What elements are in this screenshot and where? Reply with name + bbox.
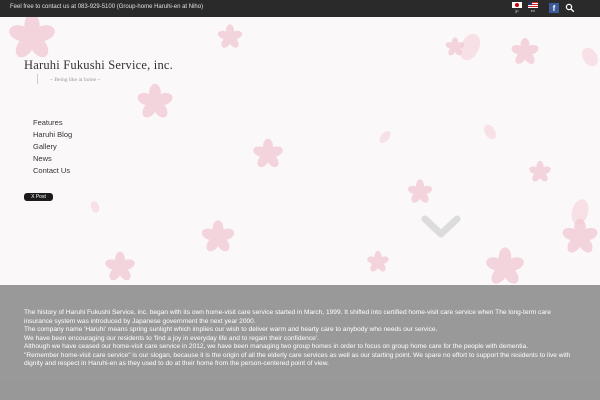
search-icon[interactable] xyxy=(565,3,575,13)
nav-contact-us[interactable]: Contact Us xyxy=(33,165,72,177)
about-paragraph: Although we have ceased our home-visit c… xyxy=(24,343,528,350)
main-navigation: Features Haruhi Blog Gallery News Contac… xyxy=(33,117,72,177)
about-text: The history of Haruhi Fukushi Service, i… xyxy=(24,309,574,369)
language-jp-link[interactable]: jp xyxy=(510,2,524,13)
site-title[interactable]: Haruhi Fukushi Service, inc. xyxy=(24,58,173,73)
nav-news[interactable]: News xyxy=(33,153,72,165)
contact-phone-text: Feel free to contact us at 083-929-5100 … xyxy=(10,4,204,10)
about-paragraph: "Remember home-visit care service" is ou… xyxy=(24,351,571,368)
language-code-jp: jp xyxy=(515,8,519,13)
about-section: The history of Haruhi Fukushi Service, i… xyxy=(0,285,600,400)
top-bar: Feel free to contact us at 083-929-5100 … xyxy=(0,0,600,17)
about-paragraph: The history of Haruhi Fukushi Service, i… xyxy=(24,309,551,325)
tagline: ~ Being like at home ~ xyxy=(50,77,101,83)
japan-flag-icon xyxy=(512,2,522,8)
about-paragraph: The company name 'Haruhi' means spring s… xyxy=(24,326,438,333)
language-code-en: en xyxy=(530,8,536,13)
nav-haruhi-blog[interactable]: Haruhi Blog xyxy=(33,129,72,141)
about-paragraph: We have been encouraging our residents t… xyxy=(24,334,319,342)
facebook-icon[interactable]: f xyxy=(549,3,559,13)
language-en-link[interactable]: en xyxy=(526,2,540,13)
nav-features[interactable]: Features xyxy=(33,117,72,129)
us-flag-icon xyxy=(528,2,538,8)
x-post-button[interactable]: X Post xyxy=(24,193,53,201)
nav-gallery[interactable]: Gallery xyxy=(33,141,72,153)
tagline-divider xyxy=(37,74,38,84)
chevron-down-icon[interactable] xyxy=(420,212,462,242)
